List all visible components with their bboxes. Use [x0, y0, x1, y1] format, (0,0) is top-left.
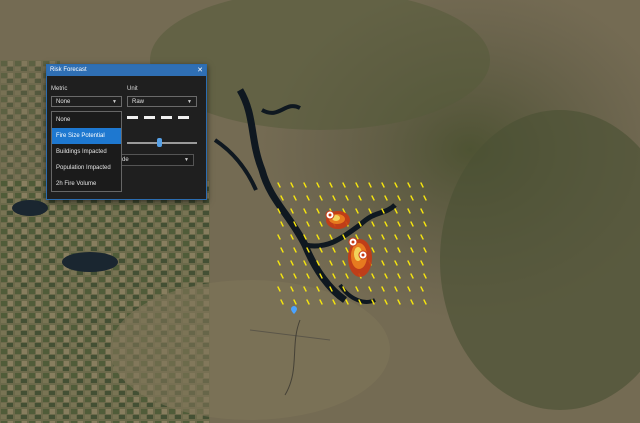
- fire-marker-icon[interactable]: [325, 210, 335, 220]
- panel-titlebar[interactable]: Risk Forecast ✕: [47, 65, 206, 76]
- metric-dropdown-list: None Fire Size Potential Buildings Impac…: [51, 111, 122, 192]
- style-select-value: de: [122, 157, 129, 163]
- opacity-slider[interactable]: [127, 142, 197, 144]
- line-style-preview: [127, 116, 189, 119]
- unit-label: Unit: [127, 86, 138, 92]
- metric-option-fire-size-potential[interactable]: Fire Size Potential: [52, 128, 121, 144]
- unit-select-value: Raw: [132, 99, 145, 105]
- panel-title: Risk Forecast: [50, 67, 87, 73]
- slider-thumb[interactable]: [156, 138, 162, 147]
- fire-marker-icon[interactable]: [348, 237, 358, 247]
- dash-segment: [161, 116, 172, 119]
- metric-label: Metric: [51, 86, 68, 92]
- chevron-down-icon: ▼: [187, 99, 192, 105]
- dash-segment: [178, 116, 189, 119]
- metric-select-value: None: [56, 99, 71, 105]
- fire-marker-icon[interactable]: [358, 250, 368, 260]
- unit-select[interactable]: Raw ▼: [127, 96, 197, 107]
- chevron-down-icon: ▼: [112, 99, 117, 105]
- metric-option-population-impacted[interactable]: Population Impacted: [52, 160, 121, 176]
- metric-option-buildings-impacted[interactable]: Buildings Impacted: [52, 144, 121, 160]
- close-icon[interactable]: ✕: [197, 65, 203, 76]
- dash-segment: [144, 116, 155, 119]
- style-select[interactable]: de ▼: [116, 154, 194, 166]
- metric-option-none[interactable]: None: [52, 112, 121, 128]
- metric-select[interactable]: None ▼: [51, 96, 122, 107]
- metric-option-2h-fire-volume[interactable]: 2h Fire Volume: [52, 176, 121, 192]
- dash-segment: [127, 116, 138, 119]
- chevron-down-icon: ▼: [184, 157, 189, 163]
